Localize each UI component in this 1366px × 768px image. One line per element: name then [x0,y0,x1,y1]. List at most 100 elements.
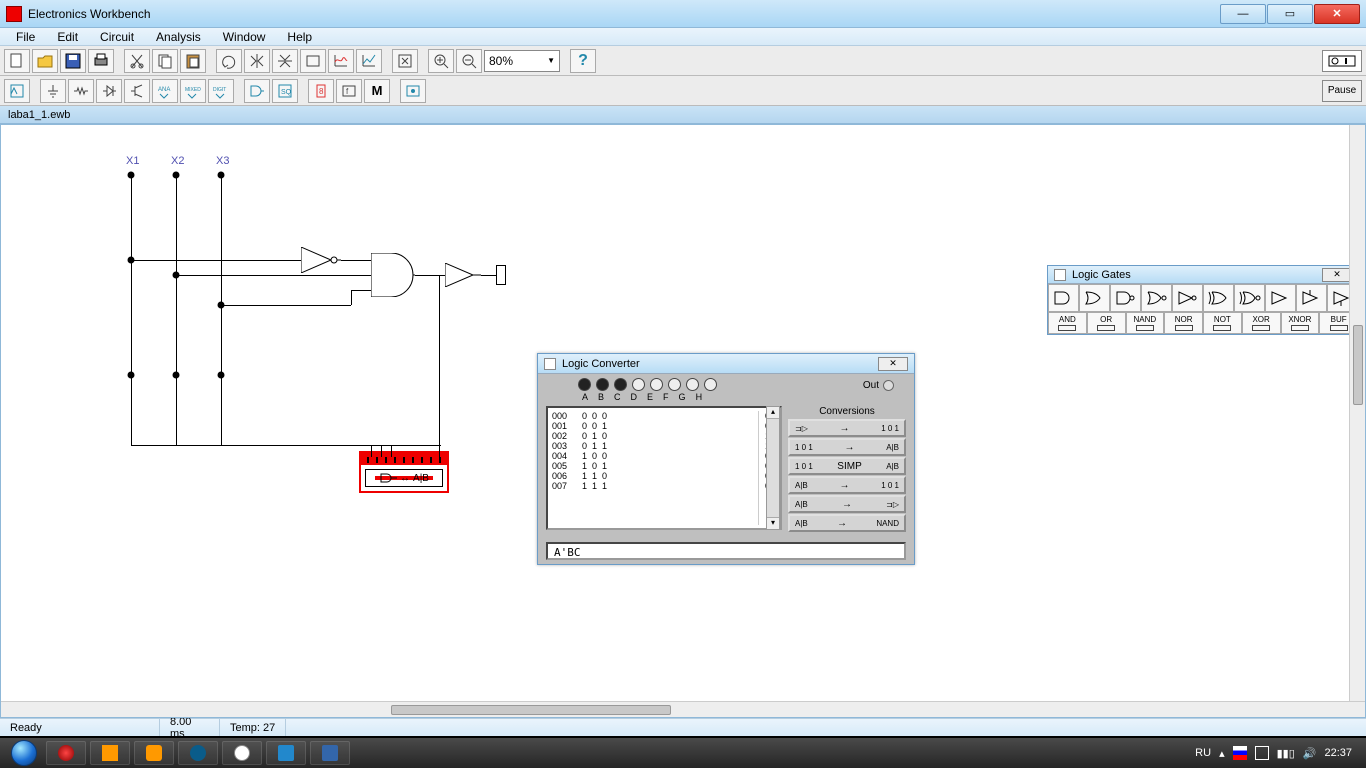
logic-gates-close-button[interactable]: ✕ [1322,268,1352,282]
taskbar-app-2[interactable] [90,741,130,765]
input-E[interactable] [650,378,663,391]
gate-buf-icon[interactable] [1265,284,1296,312]
gate-nor-icon[interactable] [1141,284,1172,312]
expression-field[interactable]: A'BC [546,542,906,560]
tray-clock[interactable]: 22:37 [1324,747,1352,759]
tray-wifi-icon[interactable]: ▮▮▯ [1277,747,1295,760]
buffer-gate[interactable] [445,263,481,292]
gate-and-icon[interactable] [1048,284,1079,312]
transistor-button[interactable] [124,79,150,103]
diode-button[interactable] [96,79,122,103]
resistor-button[interactable] [68,79,94,103]
and-gate[interactable] [371,253,415,302]
new-button[interactable] [4,49,30,73]
menu-analysis[interactable]: Analysis [146,29,211,45]
vertical-scrollbar[interactable] [1349,125,1365,701]
document-tab[interactable]: laba1_1.ewb [8,109,70,121]
open-button[interactable] [32,49,58,73]
gate-xor-icon[interactable] [1203,284,1234,312]
output-node-icon[interactable] [883,380,894,391]
convert-circuit-to-table[interactable]: ⊐▷→1 0 1 [788,419,906,437]
convert-expr-to-table[interactable]: A|B→1 0 1 [788,476,906,494]
paste-button[interactable] [180,49,206,73]
sources-button[interactable] [4,79,30,103]
gate-nand-chip[interactable]: NAND [1126,312,1165,334]
controls-button[interactable]: f [336,79,362,103]
taskbar-app-1[interactable] [46,741,86,765]
zoom-in-button[interactable] [428,49,454,73]
gate-nor-chip[interactable]: NOR [1164,312,1203,334]
convert-table-to-expr[interactable]: 1 0 1→A|B [788,438,906,456]
taskbar-app-4[interactable] [178,741,218,765]
instruments-button[interactable] [400,79,426,103]
zoom-field[interactable]: 80%▼ [484,50,560,72]
digital-ic-button[interactable]: DIGIT [208,79,234,103]
graph-button[interactable] [356,49,382,73]
mixed-ic-button[interactable]: MIXED [180,79,206,103]
not-gate[interactable] [301,247,341,273]
input-G[interactable] [686,378,699,391]
gate-xnor-chip[interactable]: XNOR [1281,312,1320,334]
schematic-canvas[interactable]: X1 X2 X3 [0,124,1366,718]
logic-gates-palette[interactable]: Logic Gates ✕ AND OR NAND NOR NOT XOR XN… [1047,265,1359,335]
input-H[interactable] [704,378,717,391]
gate-not-chip[interactable]: NOT [1203,312,1242,334]
zoom-out-button[interactable] [456,49,482,73]
menu-file[interactable]: File [6,29,45,45]
subcircuit-button[interactable] [300,49,326,73]
save-button[interactable] [60,49,86,73]
input-D[interactable] [632,378,645,391]
truth-table[interactable]: 000 001 002 003 004 005 006 007 0 0 0 0 … [546,406,782,530]
tray-up-icon[interactable]: ▴ [1219,747,1225,760]
menu-help[interactable]: Help [277,29,322,45]
gate-xnor-icon[interactable] [1234,284,1265,312]
maximize-button[interactable]: ▭ [1267,4,1313,24]
language-indicator[interactable]: RU [1195,747,1211,759]
logic-gate-button[interactable] [244,79,270,103]
taskbar-app-3[interactable] [134,741,174,765]
convert-expr-to-nand[interactable]: A|B→NAND [788,514,906,532]
power-switch[interactable] [1322,50,1362,72]
tray-flag-icon[interactable] [1233,746,1247,760]
input-F[interactable] [668,378,681,391]
scroll-up-icon[interactable]: ▴ [767,407,779,419]
digital-button[interactable]: SQ [272,79,298,103]
taskbar-app-6[interactable] [266,741,306,765]
start-button[interactable] [4,738,44,768]
minimize-button[interactable]: — [1220,4,1266,24]
gate-and-chip[interactable]: AND [1048,312,1087,334]
gate-not-icon[interactable] [1172,284,1203,312]
logic-converter-component[interactable]: ↔ A|B [359,463,449,493]
help-button[interactable]: ? [570,49,596,73]
logic-converter-window[interactable]: Logic Converter ✕ Out A B C [537,353,915,565]
indicator-button[interactable]: 8 [308,79,334,103]
tray-battery-icon[interactable] [1255,746,1269,760]
print-button[interactable] [88,49,114,73]
gate-or-chip[interactable]: OR [1087,312,1126,334]
tray-volume-icon[interactable]: 🔊 [1303,747,1317,760]
menu-circuit[interactable]: Circuit [90,29,144,45]
convert-table-to-simp-expr[interactable]: 1 0 1SIMPA|B [788,457,906,475]
copy-button[interactable] [152,49,178,73]
gate-or-icon[interactable] [1079,284,1110,312]
convert-expr-to-circuit[interactable]: A|B→⊐▷ [788,495,906,513]
gate-xor-chip[interactable]: XOR [1242,312,1281,334]
taskbar-app-7[interactable] [310,741,350,765]
horizontal-scrollbar[interactable] [1,701,1365,717]
flip-h-button[interactable] [244,49,270,73]
rotate-button[interactable] [216,49,242,73]
truth-table-scrollbar[interactable]: ▴ ▾ [766,406,780,530]
input-B[interactable] [596,378,609,391]
logic-converter-close-button[interactable]: ✕ [878,357,908,371]
logic-converter-titlebar[interactable]: Logic Converter ✕ [538,354,914,374]
input-A[interactable] [578,378,591,391]
logic-gates-titlebar[interactable]: Logic Gates ✕ [1048,266,1358,284]
ground-button[interactable] [40,79,66,103]
menu-window[interactable]: Window [213,29,276,45]
scroll-down-icon[interactable]: ▾ [767,517,779,529]
flip-v-button[interactable] [272,49,298,73]
cut-button[interactable] [124,49,150,73]
gate-nand-icon[interactable] [1110,284,1141,312]
misc-button[interactable]: M [364,79,390,103]
analysis-graph-button[interactable] [328,49,354,73]
